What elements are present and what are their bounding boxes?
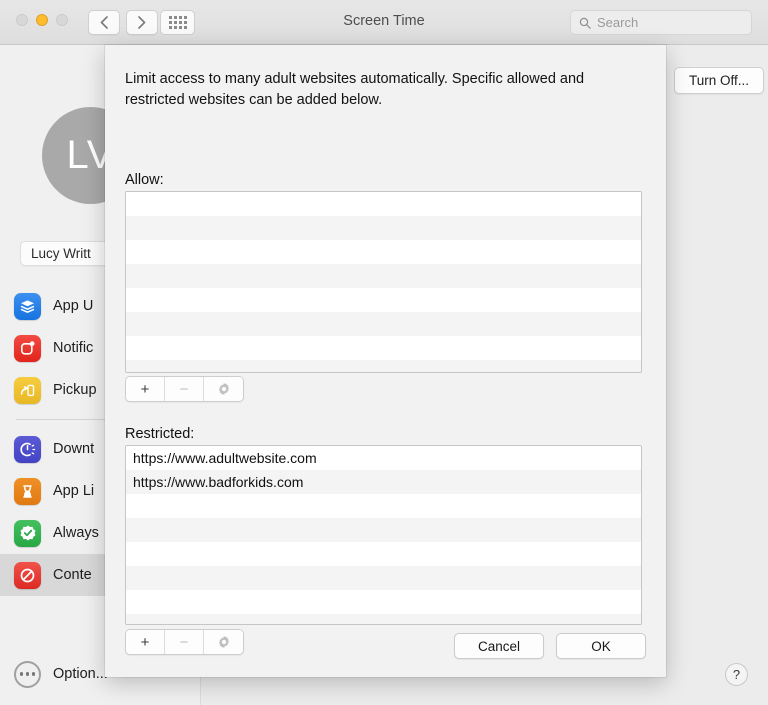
search-input[interactable] [597, 15, 743, 30]
restricted-label: Restricted: [125, 426, 194, 442]
list-item[interactable] [126, 240, 641, 264]
app-usage-icon [14, 293, 41, 320]
downtime-icon [14, 436, 41, 463]
list-item[interactable] [126, 542, 641, 566]
restricted-remove-button[interactable]: − [165, 630, 204, 654]
always-allowed-icon [14, 520, 41, 547]
restricted-list[interactable]: https://www.adultwebsite.com https://www… [125, 445, 642, 625]
list-item[interactable]: https://www.adultwebsite.com [126, 446, 641, 470]
website-restrictions-sheet: Limit access to many adult websites auto… [105, 45, 666, 677]
list-item[interactable] [126, 360, 641, 373]
sidebar-item-label: Always [53, 525, 99, 541]
sheet-description: Limit access to many adult websites auto… [125, 69, 633, 111]
allow-list[interactable] [125, 191, 642, 373]
sidebar-item-label: App Li [53, 483, 94, 499]
turn-off-button[interactable]: Turn Off... [674, 67, 764, 94]
search-icon [579, 17, 591, 29]
pickups-icon [14, 377, 41, 404]
sidebar-item-label: Downt [53, 441, 94, 457]
list-item[interactable] [126, 216, 641, 240]
list-item[interactable] [126, 614, 641, 625]
list-item[interactable]: https://www.badforkids.com [126, 470, 641, 494]
restricted-list-controls: + − [125, 629, 244, 655]
list-item[interactable] [126, 590, 641, 614]
list-item[interactable] [126, 494, 641, 518]
content-privacy-icon [14, 562, 41, 589]
list-item[interactable] [126, 336, 641, 360]
cancel-button[interactable]: Cancel [454, 633, 544, 659]
search-field[interactable] [570, 10, 752, 35]
allow-gear-button[interactable] [204, 377, 243, 401]
list-item[interactable] [126, 288, 641, 312]
allow-label: Allow: [125, 172, 164, 188]
options-ellipsis-icon [14, 661, 41, 688]
restricted-gear-button[interactable] [204, 630, 243, 654]
list-item[interactable] [126, 264, 641, 288]
sidebar-item-label: Notific [53, 340, 93, 356]
notifications-icon [14, 335, 41, 362]
allow-add-button[interactable]: + [126, 377, 165, 401]
sidebar-item-label: Pickup [53, 382, 97, 398]
gear-icon [217, 635, 231, 649]
list-item[interactable] [126, 518, 641, 542]
gear-icon [217, 382, 231, 396]
screen-time-window: Screen Time LV Lucy Writt [0, 0, 768, 705]
user-name-label: Lucy Writt [31, 246, 91, 261]
options-label: Option... [53, 666, 108, 682]
window-titlebar: Screen Time [0, 0, 768, 45]
allow-remove-button[interactable]: − [165, 377, 204, 401]
help-button[interactable]: ? [725, 663, 748, 686]
app-limits-icon [14, 478, 41, 505]
ok-button[interactable]: OK [556, 633, 646, 659]
sidebar-item-label: Conte [53, 567, 92, 583]
allow-list-controls: + − [125, 376, 244, 402]
restricted-add-button[interactable]: + [126, 630, 165, 654]
sidebar-item-label: App U [53, 298, 93, 314]
list-item[interactable] [126, 192, 641, 216]
list-item[interactable] [126, 312, 641, 336]
sheet-footer: Cancel OK [454, 633, 646, 659]
list-item[interactable] [126, 566, 641, 590]
